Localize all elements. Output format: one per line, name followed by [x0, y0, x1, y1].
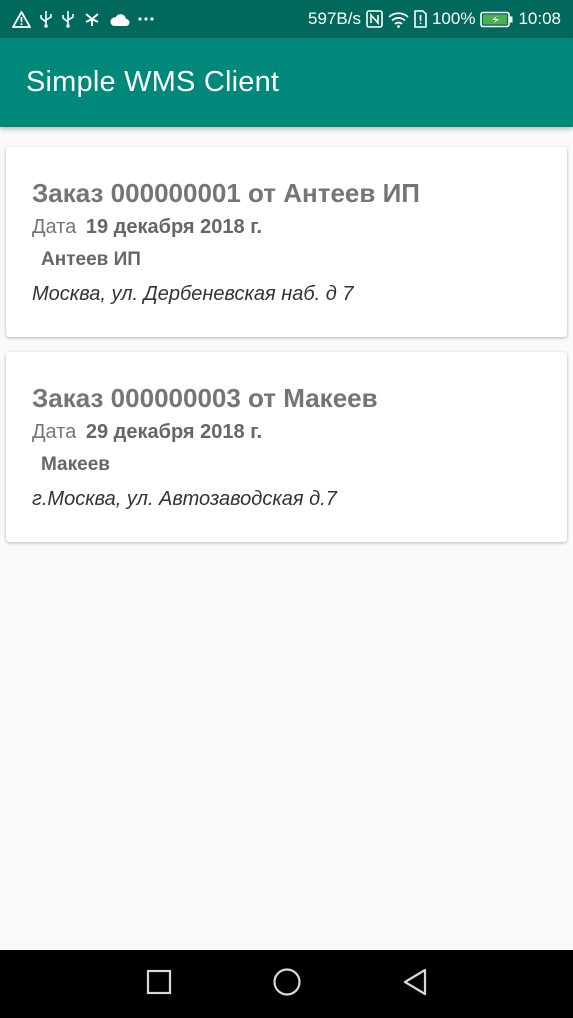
sim-icon [414, 10, 427, 28]
app-bar: Simple WMS Client [0, 38, 573, 127]
orders-list: Заказ 000000001 от Антеев ИП Дата 19 дек… [6, 147, 567, 557]
system-icons: 597B/s 100% 10:08 [308, 9, 561, 29]
order-date-row: Дата 19 декабря 2018 г. [32, 214, 541, 240]
battery-percent: 100% [431, 9, 476, 28]
order-address: Москва, ул. Дербеневская наб. д 7 [32, 283, 354, 305]
order-title: Заказ 000000001 от Антеев ИП [32, 178, 420, 208]
status-bar: 597B/s 100% 10:08 [0, 0, 573, 38]
app-icon [83, 10, 101, 28]
date-label: Дата [32, 216, 77, 238]
battery-icon [480, 11, 513, 28]
home-button[interactable] [257, 954, 317, 1014]
clock: 10:08 [518, 9, 561, 28]
order-card[interactable]: Заказ 000000003 от Макеев Дата 29 декабр… [6, 352, 567, 542]
cloud-icon [109, 12, 130, 27]
more-icon [138, 16, 154, 22]
usb-icon [39, 10, 53, 28]
date-value: 29 декабря 2018 г. [85, 421, 263, 443]
navigation-bar [0, 950, 573, 1018]
date-label: Дата [32, 421, 77, 443]
network-speed: 597B/s [308, 9, 361, 28]
order-address: г.Москва, ул. Автозаводская д.7 [32, 488, 337, 510]
order-customer: Макеев [41, 454, 110, 475]
wifi-icon [388, 11, 409, 28]
order-customer: Антеев ИП [41, 249, 141, 270]
order-title: Заказ 000000003 от Макеев [32, 383, 378, 413]
recents-button[interactable] [129, 954, 189, 1014]
warning-icon [12, 10, 31, 28]
notification-icons [12, 10, 154, 28]
back-icon [402, 968, 428, 1001]
back-button[interactable] [385, 954, 445, 1014]
order-card[interactable]: Заказ 000000001 от Антеев ИП Дата 19 дек… [6, 147, 567, 337]
app-title: Simple WMS Client [26, 66, 280, 98]
home-icon [272, 967, 302, 1002]
order-date-row: Дата 29 декабря 2018 г. [32, 419, 541, 445]
date-value: 19 декабря 2018 г. [85, 216, 263, 238]
recents-icon [146, 969, 172, 1000]
nfc-icon [366, 10, 383, 28]
usb-icon [61, 10, 75, 28]
